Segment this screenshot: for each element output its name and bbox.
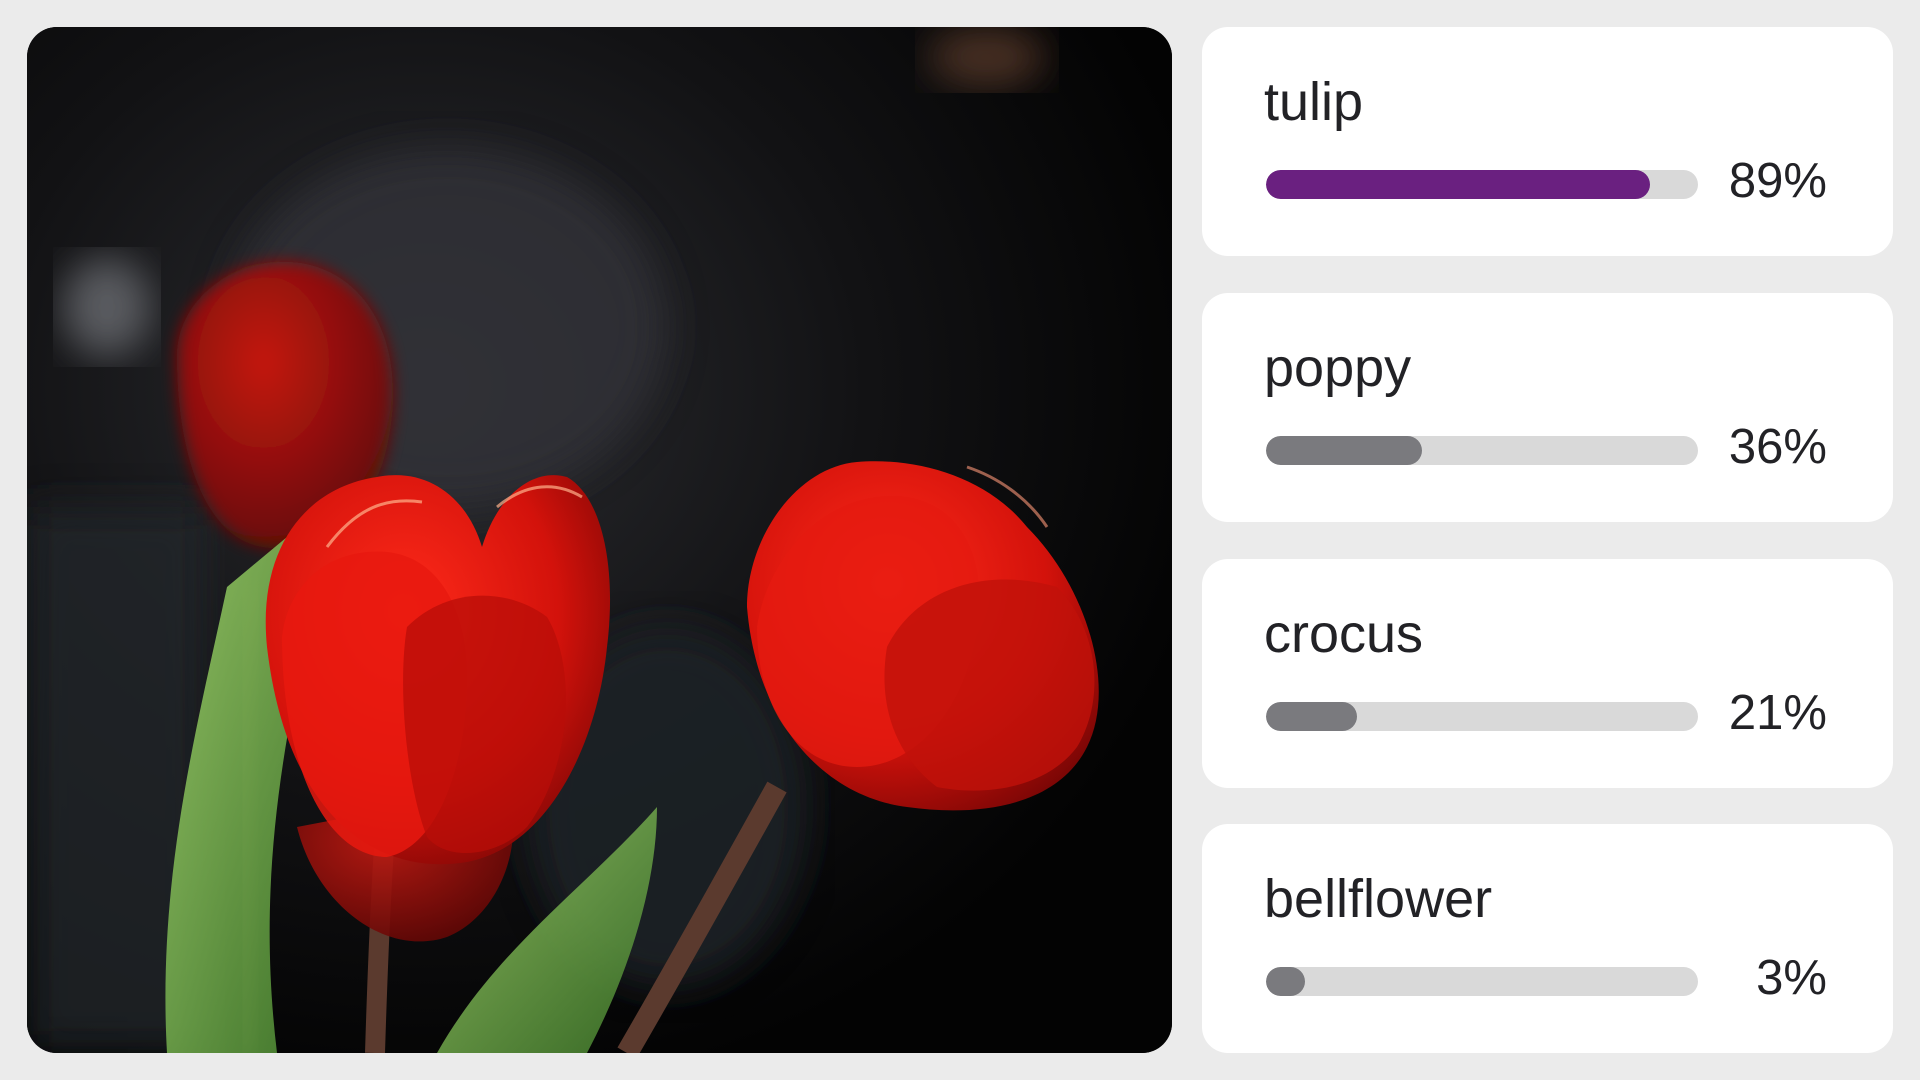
confidence-percent: 89%	[1728, 154, 1827, 208]
confidence-track	[1266, 702, 1698, 731]
confidence-percent: 21%	[1728, 686, 1827, 740]
prediction-card-crocus: crocus 21%	[1202, 559, 1893, 788]
confidence-percent: 36%	[1728, 420, 1827, 474]
confidence-bar	[1266, 702, 1357, 731]
prediction-label: poppy	[1264, 338, 1412, 398]
confidence-track	[1266, 967, 1698, 996]
input-photo	[27, 27, 1172, 1053]
confidence-bar	[1266, 436, 1422, 465]
prediction-card-bellflower: bellflower 3%	[1202, 824, 1893, 1053]
confidence-percent: 3%	[1756, 951, 1827, 1005]
prediction-card-poppy: poppy 36%	[1202, 293, 1893, 522]
confidence-bar	[1266, 967, 1305, 996]
confidence-track	[1266, 170, 1698, 199]
prediction-card-tulip: tulip 89%	[1202, 27, 1893, 256]
prediction-label: tulip	[1264, 72, 1364, 132]
confidence-bar	[1266, 170, 1651, 199]
prediction-label: crocus	[1264, 604, 1424, 664]
tulip-photo	[27, 27, 1172, 1053]
prediction-label: bellflower	[1264, 869, 1493, 929]
prediction-list: tulip 89% poppy 36% crocus 21% bellflowe…	[1202, 27, 1893, 1053]
classification-view: tulip 89% poppy 36% crocus 21% bellflowe…	[0, 0, 1920, 1080]
confidence-track	[1266, 436, 1698, 465]
